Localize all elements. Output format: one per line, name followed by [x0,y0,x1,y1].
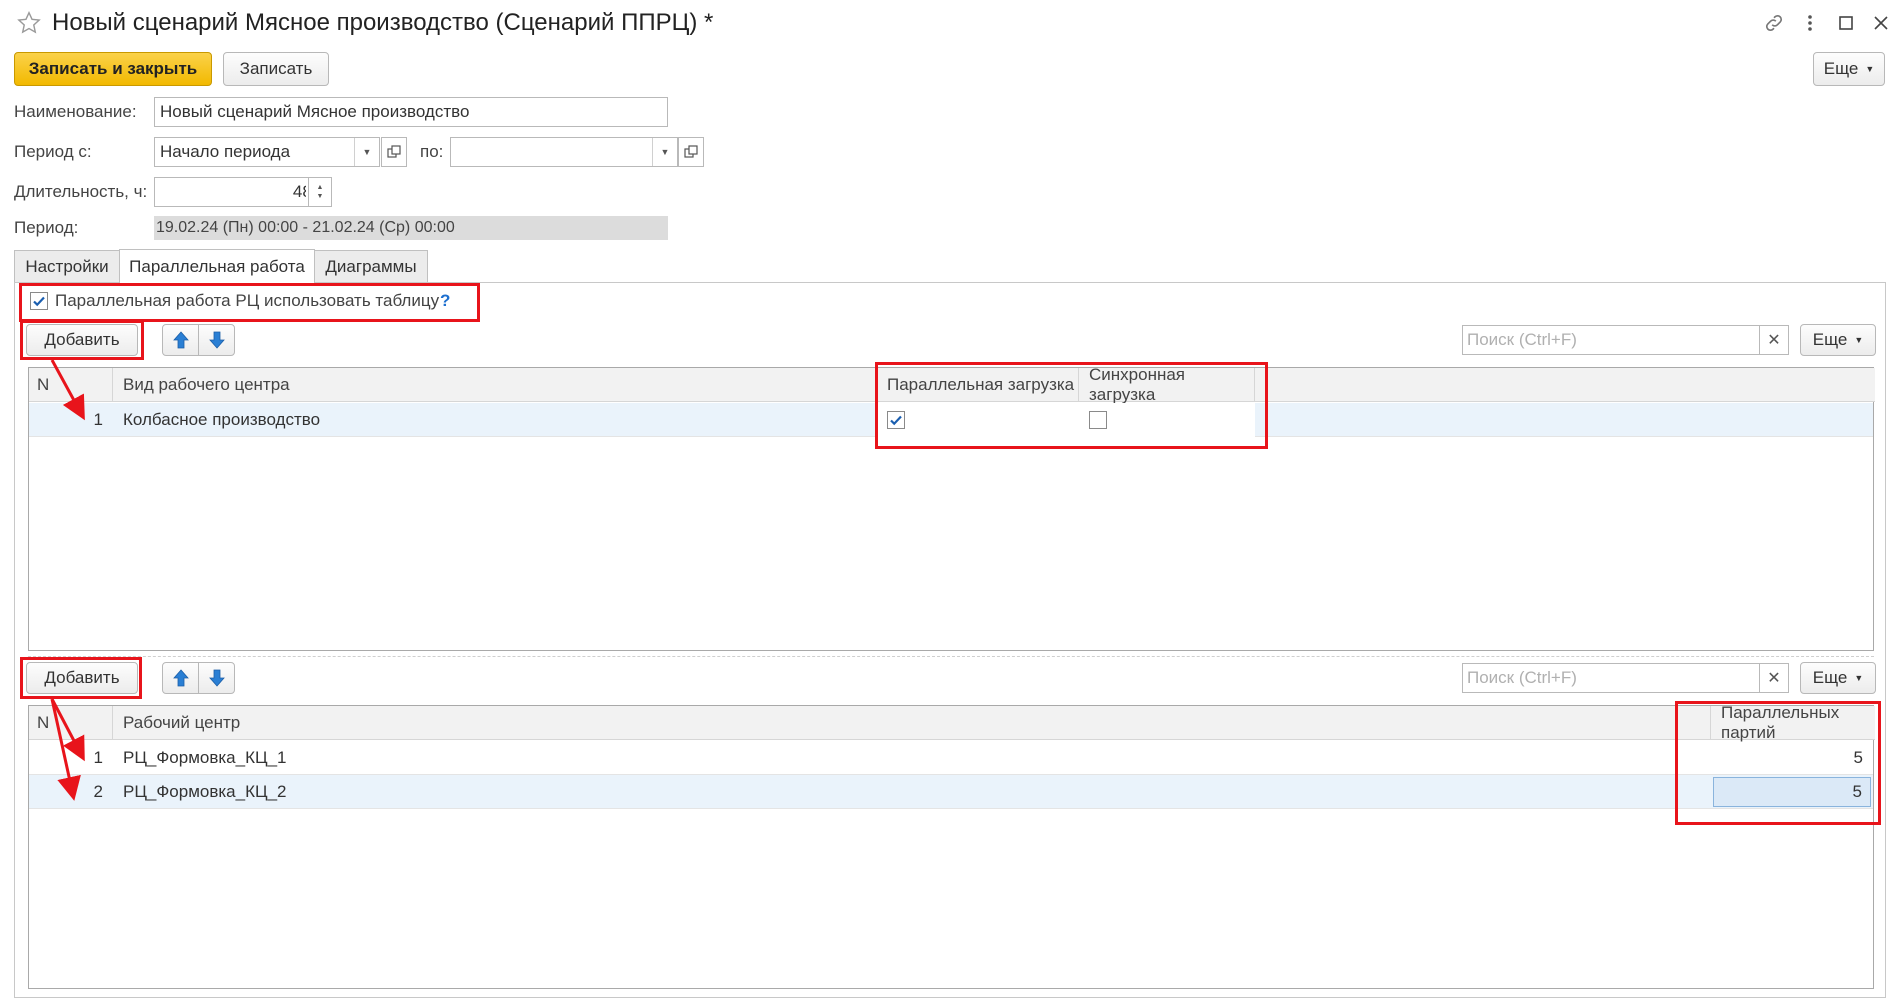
annotation-arrows [50,359,85,801]
tab-parallel-work[interactable]: Параллельная работа [119,249,315,283]
